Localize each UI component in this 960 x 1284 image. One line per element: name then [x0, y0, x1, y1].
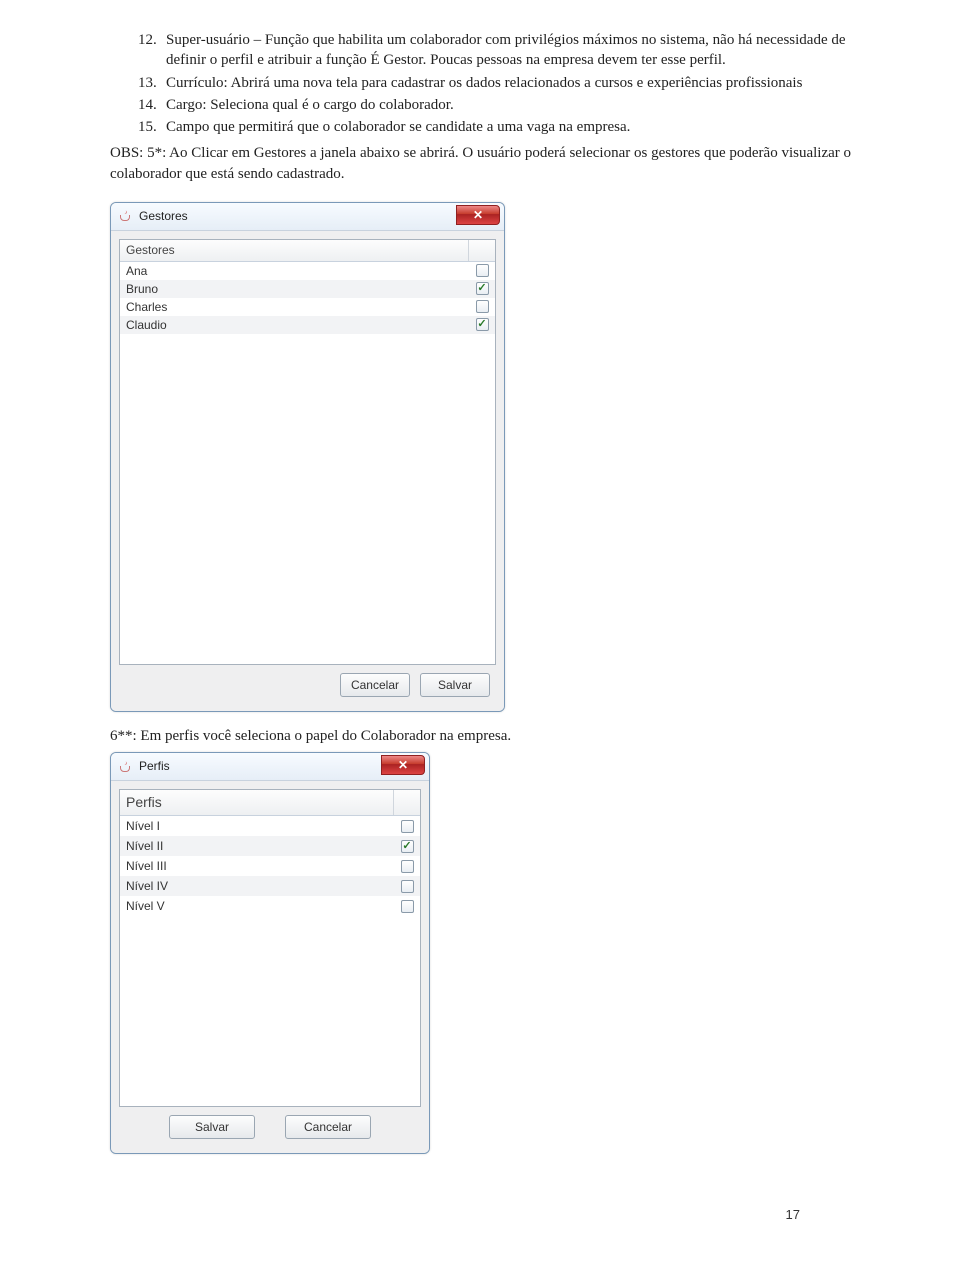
dialog-actions: Cancelar Salvar [119, 665, 496, 703]
table-header: Perfis [120, 790, 420, 816]
gestor-checkbox[interactable] [476, 318, 489, 331]
close-button[interactable]: ✕ [381, 755, 425, 775]
table-row[interactable]: Nível I [120, 816, 420, 836]
perfis-table: Perfis Nível I Nível II Nível III Nível … [119, 789, 421, 1107]
list-item-number: 13. [138, 73, 157, 93]
table-empty-area [120, 916, 420, 1106]
perfil-name: Nível I [120, 818, 394, 834]
java-icon [117, 759, 133, 775]
dialog-title: Perfis [139, 758, 170, 774]
perfil-checkbox[interactable] [401, 880, 414, 893]
java-icon [117, 208, 133, 224]
table-row[interactable]: Nível V [120, 896, 420, 916]
perfil-name: Nível III [120, 858, 394, 874]
column-header-checkbox [469, 240, 495, 261]
list-item-number: 14. [138, 95, 157, 115]
dialog-titlebar[interactable]: Gestores ✕ [111, 203, 504, 231]
perfil-checkbox[interactable] [401, 900, 414, 913]
list-item: 12. Super-usuário – Função que habilita … [110, 30, 880, 71]
table-row[interactable]: Nível III [120, 856, 420, 876]
perfil-name: Nível IV [120, 878, 394, 894]
list-item: 13. Currículo: Abrirá uma nova tela para… [110, 73, 880, 93]
table-row[interactable]: Nível II [120, 836, 420, 856]
table-row[interactable]: Charles [120, 298, 495, 316]
table-row[interactable]: Claudio [120, 316, 495, 334]
table-row[interactable]: Bruno [120, 280, 495, 298]
gestor-name: Ana [120, 263, 469, 279]
gestores-dialog: Gestores ✕ Gestores Ana Bruno [110, 202, 505, 712]
column-header-name[interactable]: Perfis [120, 790, 394, 815]
list-item-text: Super-usuário – Função que habilita um c… [166, 32, 846, 68]
gestor-name: Bruno [120, 281, 469, 297]
perfil-name: Nível V [120, 898, 394, 914]
perfil-checkbox[interactable] [401, 860, 414, 873]
save-button[interactable]: Salvar [169, 1115, 255, 1139]
page-number: 17 [786, 1206, 800, 1224]
list-item-number: 15. [138, 117, 157, 137]
gestores-table: Gestores Ana Bruno Charles Claudio [119, 239, 496, 665]
cancel-button[interactable]: Cancelar [285, 1115, 371, 1139]
dialog-actions: Salvar Cancelar [119, 1107, 421, 1145]
column-header-name[interactable]: Gestores [120, 240, 469, 261]
perfis-caption: 6**: Em perfis você seleciona o papel do… [110, 726, 880, 746]
gestor-checkbox[interactable] [476, 282, 489, 295]
obs-paragraph: OBS: 5*: Ao Clicar em Gestores a janela … [110, 143, 880, 184]
close-icon: ✕ [398, 759, 408, 771]
dialog-title: Gestores [139, 208, 188, 224]
dialog-titlebar[interactable]: Perfis ✕ [111, 753, 429, 781]
perfil-name: Nível II [120, 838, 394, 854]
numbered-list: 12. Super-usuário – Função que habilita … [110, 30, 880, 137]
gestor-checkbox[interactable] [476, 264, 489, 277]
perfil-checkbox[interactable] [401, 840, 414, 853]
cancel-button[interactable]: Cancelar [340, 673, 410, 697]
table-empty-area [120, 334, 495, 664]
close-button[interactable]: ✕ [456, 205, 500, 225]
list-item-number: 12. [138, 30, 157, 50]
column-header-checkbox [394, 790, 420, 815]
table-row[interactable]: Ana [120, 262, 495, 280]
save-button[interactable]: Salvar [420, 673, 490, 697]
gestor-name: Charles [120, 299, 469, 315]
list-item-text: Cargo: Seleciona qual é o cargo do colab… [166, 97, 454, 113]
perfil-checkbox[interactable] [401, 820, 414, 833]
perfis-dialog: Perfis ✕ Perfis Nível I Nível II [110, 752, 430, 1154]
list-item: 15. Campo que permitirá que o colaborado… [110, 117, 880, 137]
list-item: 14. Cargo: Seleciona qual é o cargo do c… [110, 95, 880, 115]
close-icon: ✕ [473, 209, 483, 221]
gestor-name: Claudio [120, 317, 469, 333]
gestor-checkbox[interactable] [476, 300, 489, 313]
table-header: Gestores [120, 240, 495, 262]
list-item-text: Campo que permitirá que o colaborador se… [166, 119, 630, 135]
list-item-text: Currículo: Abrirá uma nova tela para cad… [166, 75, 802, 91]
table-row[interactable]: Nível IV [120, 876, 420, 896]
